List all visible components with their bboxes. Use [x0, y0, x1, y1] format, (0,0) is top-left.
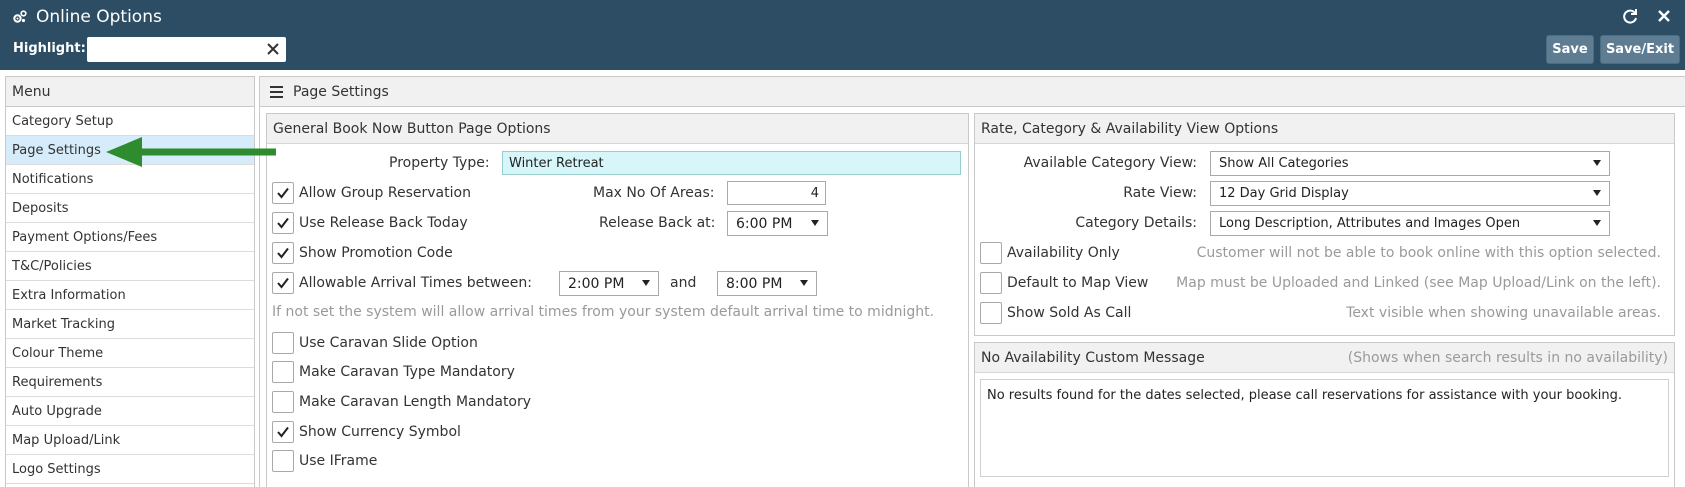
green-arrow-annotation	[106, 137, 276, 167]
category-details-select[interactable]: Long Description, Attributes and Images …	[1210, 211, 1610, 236]
rate-view-select[interactable]: 12 Day Grid Display	[1210, 181, 1610, 206]
app-title: Online Options	[12, 6, 162, 28]
release-today-label: Use Release Back Today	[299, 215, 468, 231]
allow-group-checkbox[interactable]	[272, 182, 294, 204]
chevron-down-icon	[800, 280, 808, 286]
sidebar-item-colour-theme[interactable]: Colour Theme	[6, 339, 254, 368]
save-button[interactable]: Save	[1546, 35, 1594, 64]
sidebar-item-notifications[interactable]: Notifications	[6, 165, 254, 194]
no-availability-message-field[interactable]: No results found for the dates selected,…	[980, 379, 1669, 477]
chevron-down-icon	[642, 280, 650, 286]
availability-only-checkbox[interactable]	[980, 242, 1002, 264]
window-title: Online Options	[36, 7, 162, 27]
chevron-down-icon	[811, 220, 819, 226]
check-icon	[277, 247, 289, 259]
general-options-heading: General Book Now Button Page Options	[267, 114, 968, 144]
iframe-checkbox[interactable]	[272, 450, 294, 472]
menu-heading: Menu	[6, 77, 254, 107]
max-areas-field[interactable]: 4	[727, 181, 826, 205]
caravan-type-label: Make Caravan Type Mandatory	[299, 364, 515, 380]
sidebar-item-policies[interactable]: T&C/Policies	[6, 252, 254, 281]
rate-view-heading: Rate, Category & Availability View Optio…	[975, 114, 1674, 144]
category-view-select[interactable]: Show All Categories	[1210, 151, 1610, 176]
highlight-field	[87, 37, 286, 62]
rate-view-value: 12 Day Grid Display	[1219, 186, 1349, 201]
sidebar-item-auto-upgrade[interactable]: Auto Upgrade	[6, 397, 254, 426]
caravan-type-checkbox[interactable]	[272, 361, 294, 383]
release-today-checkbox[interactable]	[272, 212, 294, 234]
currency-symbol-label: Show Currency Symbol	[299, 424, 461, 440]
gears-icon	[13, 10, 27, 23]
promo-code-checkbox[interactable]	[272, 242, 294, 264]
rate-view-label: Rate View:	[1123, 185, 1197, 201]
max-areas-label: Max No Of Areas:	[593, 185, 715, 201]
property-type-field[interactable]: Winter Retreat	[502, 151, 961, 175]
category-details-value: Long Description, Attributes and Images …	[1219, 216, 1521, 231]
arrival-from-select[interactable]: 2:00 PM	[559, 271, 659, 296]
arrival-times-checkbox[interactable]	[272, 272, 294, 294]
availability-only-label: Availability Only	[1007, 245, 1120, 261]
arrival-to-select[interactable]: 8:00 PM	[717, 271, 817, 296]
sold-as-call-label: Show Sold As Call	[1007, 305, 1132, 321]
refresh-icon[interactable]	[1621, 7, 1639, 25]
category-view-label: Available Category View:	[1023, 155, 1197, 171]
chevron-down-icon	[1593, 190, 1601, 196]
category-view-value: Show All Categories	[1219, 156, 1349, 171]
close-icon[interactable]	[1655, 7, 1673, 25]
promo-code-label: Show Promotion Code	[299, 245, 453, 261]
sidebar-item-payment-options[interactable]: Payment Options/Fees	[6, 223, 254, 252]
arrival-from-value: 2:00 PM	[568, 275, 625, 292]
caravan-slide-label: Use Caravan Slide Option	[299, 335, 478, 351]
sidebar-item-requirements[interactable]: Requirements	[6, 368, 254, 397]
release-back-label: Release Back at:	[599, 215, 716, 231]
category-details-label: Category Details:	[1075, 215, 1197, 231]
highlight-label: Highlight:	[13, 41, 86, 56]
arrival-times-label: Allowable Arrival Times between:	[299, 275, 532, 291]
caravan-slide-checkbox[interactable]	[272, 332, 294, 354]
sidebar-item-deposits[interactable]: Deposits	[6, 194, 254, 223]
caravan-length-label: Make Caravan Length Mandatory	[299, 394, 532, 410]
release-back-value: 6:00 PM	[736, 215, 793, 232]
sold-as-call-checkbox[interactable]	[980, 302, 1002, 324]
chevron-down-icon	[1593, 160, 1601, 166]
sidebar-item-map-upload[interactable]: Map Upload/Link	[6, 426, 254, 455]
property-type-label: Property Type:	[389, 155, 490, 171]
availability-only-hint: Customer will not be able to book online…	[1196, 245, 1661, 261]
hamburger-icon	[270, 85, 283, 98]
sidebar-item-category-setup[interactable]: Category Setup	[6, 107, 254, 136]
highlight-input[interactable]	[87, 37, 257, 62]
sidebar-item-market-tracking[interactable]: Market Tracking	[6, 310, 254, 339]
sidebar-item-extra-information[interactable]: Extra Information	[6, 281, 254, 310]
map-view-checkbox[interactable]	[980, 272, 1002, 294]
no-availability-subtitle: (Shows when search results in no availab…	[1347, 350, 1668, 366]
and-label: and	[670, 275, 697, 291]
map-view-label: Default to Map View	[1007, 275, 1149, 291]
no-availability-heading: No Availability Custom Message (Shows wh…	[975, 343, 1674, 373]
chevron-down-icon	[1593, 220, 1601, 226]
caravan-length-checkbox[interactable]	[272, 391, 294, 413]
check-icon	[277, 426, 289, 438]
no-availability-title: No Availability Custom Message	[981, 350, 1205, 366]
page-title: Page Settings	[293, 83, 389, 100]
map-view-hint: Map must be Uploaded and Linked (see Map…	[1176, 275, 1661, 291]
check-icon	[277, 217, 289, 229]
currency-symbol-checkbox[interactable]	[272, 421, 294, 443]
sold-as-call-hint: Text visible when showing unavailable ar…	[1346, 305, 1661, 321]
top-bar: Online Options Highlight: Save Save/Exit	[0, 0, 1685, 70]
iframe-label: Use IFrame	[299, 453, 378, 469]
check-icon	[277, 277, 289, 289]
save-exit-button[interactable]: Save/Exit	[1600, 35, 1680, 64]
allow-group-label: Allow Group Reservation	[299, 185, 471, 201]
page-heading: Page Settings	[260, 77, 1685, 107]
sidebar-item-logo-settings[interactable]: Logo Settings	[6, 455, 254, 484]
check-icon	[277, 187, 289, 199]
release-back-select[interactable]: 6:00 PM	[727, 211, 828, 236]
arrival-to-value: 8:00 PM	[726, 275, 783, 292]
arrival-times-hint: If not set the system will allow arrival…	[272, 304, 935, 320]
clear-icon[interactable]	[266, 42, 280, 56]
